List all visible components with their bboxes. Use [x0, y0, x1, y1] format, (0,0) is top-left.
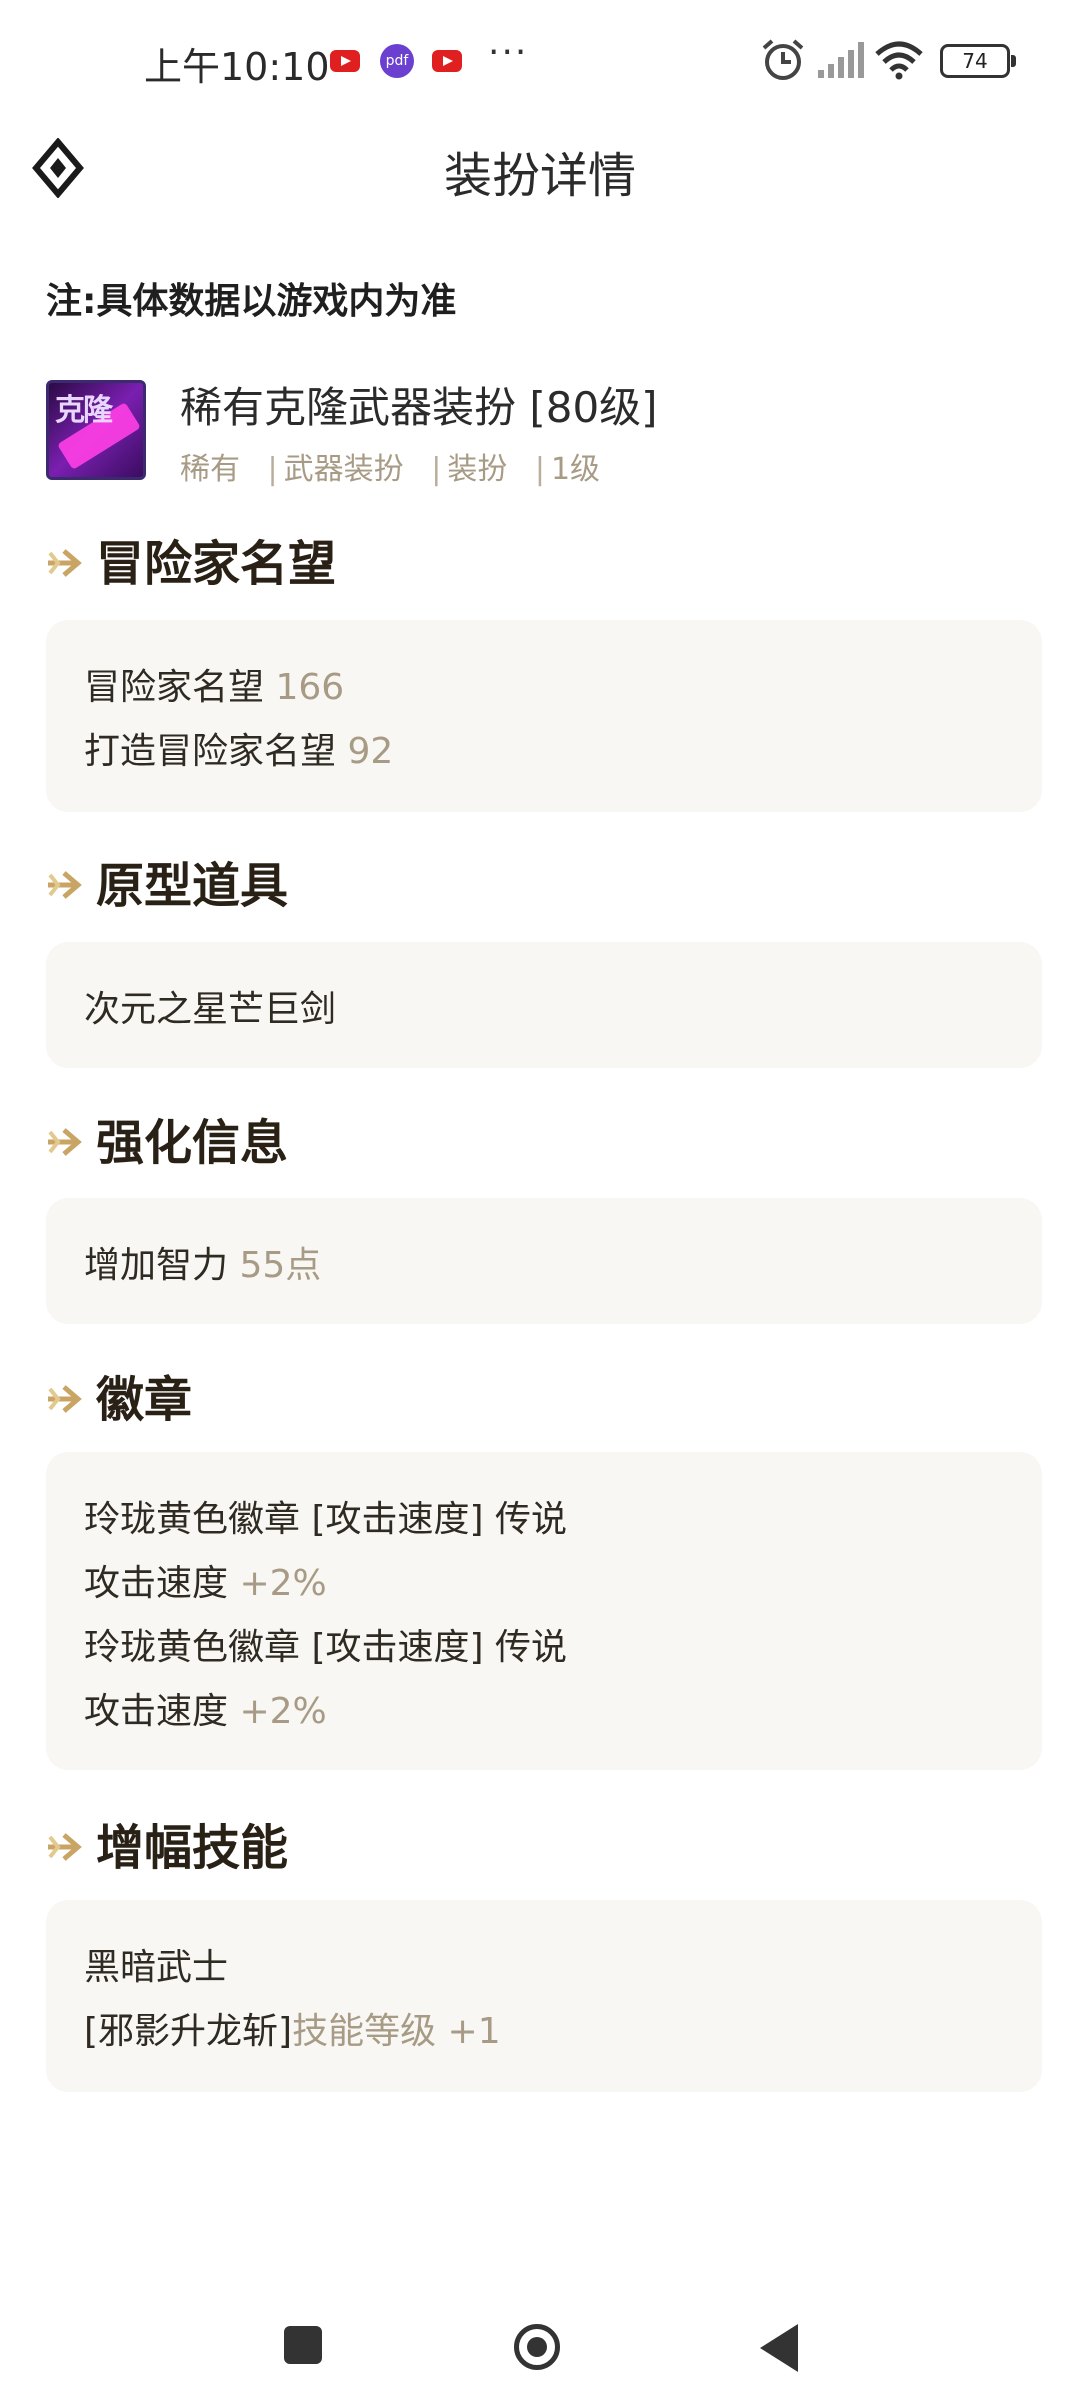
item-icon: 克隆 [46, 380, 146, 480]
line-value: 技能等级 +1 [292, 2011, 501, 2052]
line-label: 增加智力 [84, 1245, 229, 1286]
line-label: 玲珑黄色徽章 [攻击速度] 传说 [84, 1627, 567, 1668]
list-item: [邪影升龙斩]技能等级 +1 [84, 2000, 1004, 2064]
item-tag-rarity: 稀有 [180, 452, 240, 487]
line-value: 92 [347, 731, 394, 772]
section-title-enhance: 强化信息 [46, 1103, 288, 1173]
line-label: 打造冒险家名望 [84, 731, 337, 772]
list-item: 次元之星芒巨剑 [84, 978, 1004, 1042]
status-bar: 上午10:10 pdf ··· 74 [0, 0, 1080, 120]
system-icons: 74 [760, 34, 1080, 84]
line-value: 166 [275, 667, 345, 708]
status-time: 上午10:10 [144, 45, 330, 89]
wifi-icon [875, 41, 923, 80]
section-title-amplify: 增幅技能 [46, 1808, 288, 1878]
section-title-prototype: 原型道具 [46, 846, 288, 916]
line-label: 玲珑黄色徽章 [攻击速度] 传说 [84, 1499, 567, 1540]
system-nav-bar [0, 2300, 1080, 2400]
section-arrow-icon [48, 1385, 82, 1413]
list-item: 打造冒险家名望 92 [84, 720, 1004, 784]
item-tag-level: 1级 [550, 452, 601, 487]
card-reputation: 冒险家名望 166 打造冒险家名望 92 [46, 620, 1042, 812]
list-item: 攻击速度 +2% [84, 1680, 1004, 1744]
card-enhance: 增加智力 55点 [46, 1198, 1042, 1324]
section-title-text: 增幅技能 [96, 1820, 289, 1876]
line-value: +2% [239, 1563, 327, 1604]
list-item: 玲珑黄色徽章 [攻击速度] 传说 [84, 1616, 1004, 1680]
item-tag-type: 武器装扮 [283, 452, 404, 487]
line-label: 攻击速度 [84, 1691, 229, 1732]
battery-icon: 74 [940, 44, 1016, 78]
section-title-text: 原型道具 [96, 858, 289, 914]
section-title-emblem: 徽章 [46, 1360, 192, 1430]
line-value: 55点 [239, 1245, 322, 1286]
line-label: 次元之星芒巨剑 [84, 989, 337, 1030]
line-label: [邪影升龙斩] [84, 2011, 293, 2052]
section-arrow-icon [48, 1833, 82, 1861]
item-tags: 稀有 | 武器装扮 | 装扮 | 1级 [180, 444, 600, 488]
section-title-reputation: 冒险家名望 [46, 524, 336, 594]
section-arrow-icon [48, 1128, 82, 1156]
card-prototype: 次元之星芒巨剑 [46, 942, 1042, 1068]
tag-divider: | [431, 452, 442, 487]
line-value: +2% [239, 1691, 327, 1732]
list-item: 冒险家名望 166 [84, 656, 1004, 720]
list-item: 攻击速度 +2% [84, 1552, 1004, 1616]
list-item: 玲珑黄色徽章 [攻击速度] 传说 [84, 1488, 1004, 1552]
header: 装扮详情 [0, 110, 1080, 230]
item-name: 稀有克隆武器装扮 [80级] [180, 383, 658, 432]
alarm-icon [762, 39, 804, 80]
list-item: 增加智力 55点 [84, 1234, 1004, 1298]
signal-icon [818, 42, 864, 78]
youtube-notification-icon [330, 50, 360, 72]
section-arrow-icon [48, 549, 82, 577]
page-title: 装扮详情 [443, 148, 636, 204]
line-label: 冒险家名望 [84, 667, 265, 708]
card-emblem: 玲珑黄色徽章 [攻击速度] 传说 攻击速度 +2% 玲珑黄色徽章 [攻击速度] … [46, 1452, 1042, 1770]
line-label: 攻击速度 [84, 1563, 229, 1604]
item-icon-label: 克隆 [55, 393, 113, 428]
section-title-text: 徽章 [96, 1372, 193, 1428]
home-button[interactable] [514, 2324, 560, 2370]
line-label: 黑暗武士 [84, 1947, 229, 1988]
back-button[interactable] [760, 2324, 798, 2372]
disclaimer-note: 注:具体数据以游戏内为准 [46, 281, 457, 322]
item-tag-category: 装扮 [447, 452, 508, 487]
more-notifications-icon: ··· [488, 32, 529, 73]
news-app-notification-icon: pdf [380, 44, 414, 78]
card-amplify: 黑暗武士 [邪影升龙斩]技能等级 +1 [46, 1900, 1042, 2092]
section-title-text: 冒险家名望 [96, 536, 337, 592]
youtube-notification-icon-2 [432, 50, 462, 72]
tag-divider: | [267, 452, 278, 487]
section-arrow-icon [48, 871, 82, 899]
list-item: 黑暗武士 [84, 1936, 1004, 2000]
tag-divider: | [534, 452, 545, 487]
section-title-text: 强化信息 [96, 1115, 289, 1171]
recent-apps-button[interactable] [284, 2326, 322, 2364]
